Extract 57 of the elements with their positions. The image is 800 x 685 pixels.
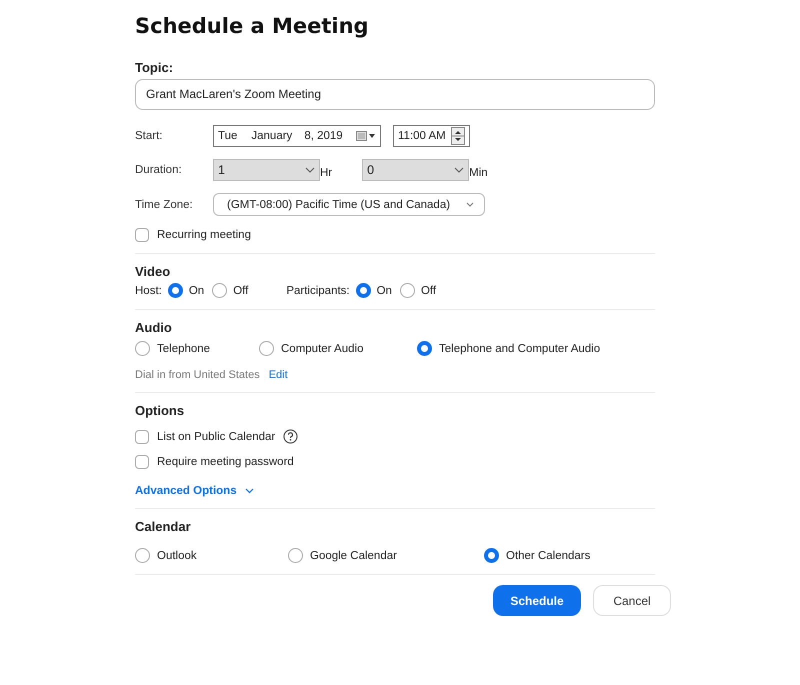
topic-field[interactable]: Grant MacLaren's Zoom Meeting xyxy=(135,79,655,110)
radio-label: Outlook xyxy=(157,550,197,562)
advanced-options-link[interactable]: Advanced Options xyxy=(135,485,237,497)
radio-label: Computer Audio xyxy=(281,342,364,354)
help-icon[interactable] xyxy=(283,429,298,444)
radio-label: On xyxy=(376,284,392,296)
field-label: Duration: xyxy=(135,164,183,176)
edit-link[interactable]: Edit xyxy=(268,369,288,381)
chevron-icon[interactable] xyxy=(244,488,254,494)
radio-label: On xyxy=(188,284,204,296)
chevron-icon xyxy=(305,167,315,173)
section-heading: Audio xyxy=(135,320,173,335)
section-heading: Calendar xyxy=(135,519,192,534)
radio-button[interactable] xyxy=(135,548,150,563)
checkbox[interactable] xyxy=(135,455,149,469)
radio-label: Telephone xyxy=(157,342,210,354)
radio-button[interactable] xyxy=(135,341,150,356)
checkbox-label: Require meeting password xyxy=(157,456,294,468)
radio-button[interactable] xyxy=(288,548,303,563)
radio-button[interactable] xyxy=(356,283,371,298)
field-label: Start: xyxy=(135,130,164,142)
schedule-button[interactable]: Schedule xyxy=(493,585,581,616)
radio-label: Google Calendar xyxy=(310,550,397,562)
chevron-icon xyxy=(466,202,474,207)
time-spinner[interactable]: 11:00 AM xyxy=(393,125,470,147)
spinner-icon xyxy=(451,127,465,145)
radio-label: Other Calendars xyxy=(506,550,590,562)
radio-label: Telephone and Computer Audio xyxy=(439,342,600,354)
chevron-icon xyxy=(454,167,464,173)
minutes-select[interactable]: 0 xyxy=(362,159,470,181)
cancel-button[interactable]: Cancel xyxy=(593,585,671,616)
radio-button[interactable] xyxy=(484,548,499,563)
checkbox[interactable] xyxy=(135,228,149,242)
calendar-icon xyxy=(356,130,376,142)
section-heading: Video xyxy=(135,264,172,279)
unit-label: Hr xyxy=(320,167,332,179)
radio-button[interactable] xyxy=(168,283,183,298)
field-label: Topic: xyxy=(135,60,174,75)
hours-select[interactable]: 1 xyxy=(213,159,320,181)
section-heading: Options xyxy=(135,403,186,418)
radio-button[interactable] xyxy=(400,283,415,298)
unit-label: Min xyxy=(469,167,488,179)
time-zone-select[interactable]: (GMT-08:00) Pacific Time (US and Canada) xyxy=(213,193,485,216)
dialog-title: Schedule a Meeting xyxy=(135,14,370,38)
date-picker[interactable]: Tue January 8, 2019 xyxy=(213,125,381,147)
radio-group-label: Host: xyxy=(135,284,162,296)
radio-button[interactable] xyxy=(417,341,432,356)
radio-label: Off xyxy=(233,284,248,296)
field-label: Time Zone: xyxy=(135,198,194,210)
radio-label: Off xyxy=(420,284,436,296)
radio-group-label: Participants: xyxy=(286,284,350,296)
checkbox-label: Recurring meeting xyxy=(157,229,251,241)
dial-in-text: Dial in from United States xyxy=(135,369,260,381)
radio-button[interactable] xyxy=(259,341,274,356)
checkbox[interactable] xyxy=(135,430,149,444)
radio-button[interactable] xyxy=(212,283,228,298)
checkbox-label: List on Public Calendar xyxy=(157,430,276,442)
